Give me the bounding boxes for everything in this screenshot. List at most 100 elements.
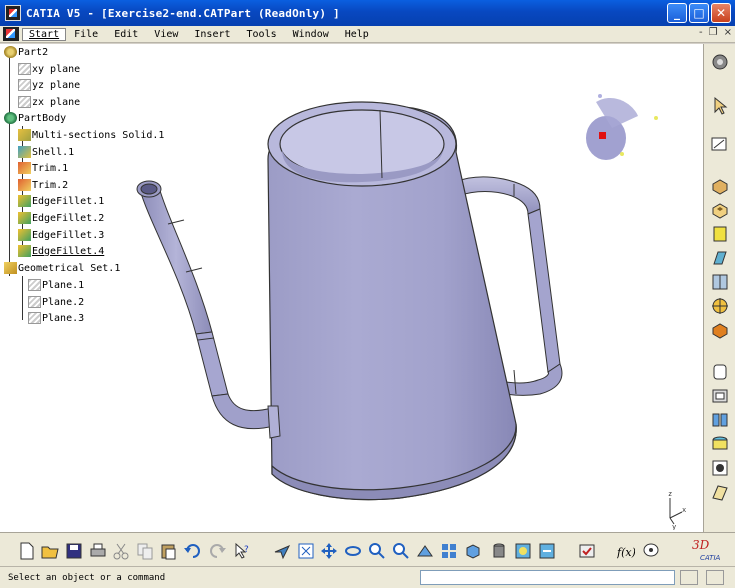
new-icon[interactable] — [18, 542, 36, 560]
knowledge-icon[interactable] — [642, 542, 660, 560]
partbody-icon — [4, 112, 17, 124]
svg-text:?: ? — [244, 545, 249, 555]
multi-view-icon[interactable] — [440, 542, 458, 560]
shading-icon[interactable] — [490, 542, 508, 560]
update-icon[interactable] — [578, 542, 596, 560]
menu-window[interactable]: Window — [285, 29, 337, 40]
tree-edgefillet-1[interactable]: EdgeFillet.1 — [18, 194, 104, 208]
shell-icon — [18, 146, 31, 158]
normal-view-icon[interactable] — [416, 542, 434, 560]
tree-xy-plane[interactable]: xy plane — [18, 62, 80, 76]
tree-partbody[interactable]: PartBody — [4, 111, 66, 125]
tree-plane-1[interactable]: Plane.1 — [28, 278, 84, 292]
swap-visible-icon[interactable] — [538, 542, 556, 560]
tree-edgefillet-3[interactable]: EdgeFillet.3 — [18, 228, 104, 242]
close-button[interactable]: ✕ — [711, 3, 731, 23]
measure-icon[interactable] — [710, 458, 730, 478]
edgefillet-icon — [18, 195, 31, 207]
sketch-icon[interactable] — [710, 134, 730, 154]
part-icon — [4, 46, 17, 58]
doc-restore-button[interactable]: ❐ — [709, 27, 718, 38]
draft-icon[interactable] — [710, 386, 730, 406]
plane-icon — [18, 96, 31, 108]
shell-icon[interactable] — [710, 410, 730, 430]
doc-minimize-button[interactable]: - — [699, 27, 703, 38]
tree-plane-3[interactable]: Plane.3 — [28, 311, 84, 325]
copy-icon[interactable] — [136, 542, 154, 560]
command-input[interactable] — [420, 570, 675, 585]
pad-icon[interactable] — [710, 176, 730, 196]
thickness-icon[interactable] — [710, 434, 730, 454]
open-icon[interactable] — [41, 542, 59, 560]
menu-edit[interactable]: Edit — [106, 29, 146, 40]
pan-icon[interactable] — [320, 542, 338, 560]
iso-view-icon[interactable] — [464, 542, 482, 560]
rotate-icon[interactable] — [344, 542, 362, 560]
tree-root[interactable]: Part2 — [4, 45, 48, 59]
fillet-icon[interactable] — [710, 362, 730, 382]
formula-icon[interactable]: f(x) — [617, 542, 635, 560]
hole-icon[interactable] — [710, 272, 730, 292]
redo-icon[interactable] — [209, 542, 227, 560]
tree-trim-2[interactable]: Trim.2 — [18, 178, 68, 192]
axis-y-label: y — [672, 523, 676, 530]
spout — [136, 180, 281, 439]
menu-insert[interactable]: Insert — [186, 29, 238, 40]
tree-edgefillet-2[interactable]: EdgeFillet.2 — [18, 211, 104, 225]
catia-logo: 3D CATIA — [692, 538, 721, 562]
tree-multisections[interactable]: Multi-sections Solid.1 — [18, 128, 164, 142]
tree-trim-1[interactable]: Trim.1 — [18, 161, 68, 175]
tree-geometrical-set[interactable]: Geometrical Set.1 — [4, 261, 120, 275]
command-list-button[interactable] — [680, 570, 698, 585]
pocket-icon[interactable] — [710, 200, 730, 220]
tree-shell[interactable]: Shell.1 — [18, 145, 74, 159]
zoom-out-icon[interactable] — [392, 542, 410, 560]
tree-zx-plane[interactable]: zx plane — [18, 95, 80, 109]
zoom-in-icon[interactable] — [368, 542, 386, 560]
maximize-button[interactable]: □ — [689, 3, 709, 23]
axis-icon[interactable] — [710, 296, 730, 316]
select-arrow-icon[interactable] — [710, 96, 730, 116]
document-icon[interactable] — [3, 27, 19, 41]
fly-icon[interactable] — [273, 542, 291, 560]
rib-icon[interactable] — [710, 248, 730, 268]
menu-tools[interactable]: Tools — [239, 29, 285, 40]
tree-yz-plane[interactable]: yz plane — [18, 78, 80, 92]
axis-x-label: x — [682, 506, 686, 514]
cut-icon[interactable] — [112, 542, 130, 560]
compass-widget[interactable] — [572, 90, 662, 170]
paste-icon[interactable] — [159, 542, 177, 560]
menu-start[interactable]: Start — [22, 27, 67, 41]
minimize-button[interactable]: _ — [667, 3, 687, 23]
undo-icon[interactable] — [183, 542, 201, 560]
window-controls: _ □ ✕ — [667, 3, 731, 23]
right-toolbar — [703, 44, 735, 532]
whats-this-icon[interactable]: ? — [233, 542, 251, 560]
svg-text:CATIA: CATIA — [700, 554, 721, 562]
sheet-icon[interactable] — [710, 482, 730, 502]
doc-close-button[interactable]: × — [724, 27, 732, 38]
save-icon[interactable] — [65, 542, 83, 560]
plane-icon — [18, 63, 31, 75]
fit-all-icon[interactable] — [297, 542, 315, 560]
menu-view[interactable]: View — [146, 29, 186, 40]
menu-file[interactable]: File — [66, 29, 106, 40]
shaft-icon[interactable] — [710, 224, 730, 244]
menu-help[interactable]: Help — [337, 29, 377, 40]
trim-icon — [18, 179, 31, 191]
svg-text:f(x): f(x) — [617, 546, 635, 559]
bottom-toolbar: ? f(x) 3D CATIA — [0, 532, 735, 566]
axis-z-label: z — [668, 490, 672, 498]
sketcher-icon[interactable] — [710, 52, 730, 72]
body-icon[interactable] — [710, 320, 730, 340]
cancel-command-button[interactable] — [706, 570, 724, 585]
plane-icon — [28, 312, 41, 324]
plane-icon — [28, 279, 41, 291]
print-icon[interactable] — [89, 542, 107, 560]
plane-icon — [18, 79, 31, 91]
hide-show-icon[interactable] — [514, 542, 532, 560]
tree-edgefillet-4[interactable]: EdgeFillet.4 — [18, 244, 104, 258]
catia-app-icon[interactable] — [5, 5, 21, 21]
3d-viewport[interactable]: z x y Part2 xy plane yz plane zx plane P… — [0, 44, 703, 532]
tree-plane-2[interactable]: Plane.2 — [28, 295, 84, 309]
